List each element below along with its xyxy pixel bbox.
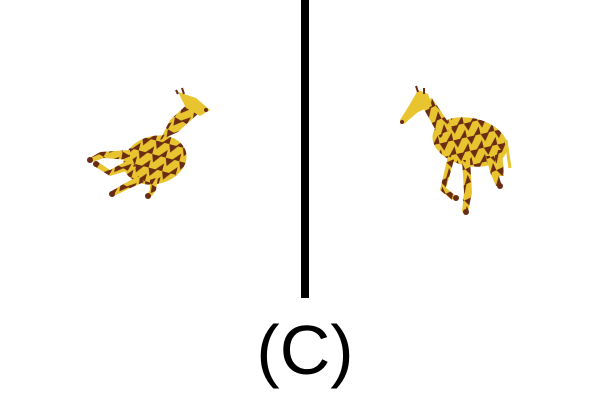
right-image-panel	[310, 0, 610, 300]
giraffe-standing-icon	[400, 85, 512, 215]
giraffe-lying-icon	[87, 87, 210, 199]
left-image-panel	[0, 0, 300, 300]
figure-caption: (C)	[256, 311, 354, 389]
vertical-divider	[301, 0, 309, 298]
